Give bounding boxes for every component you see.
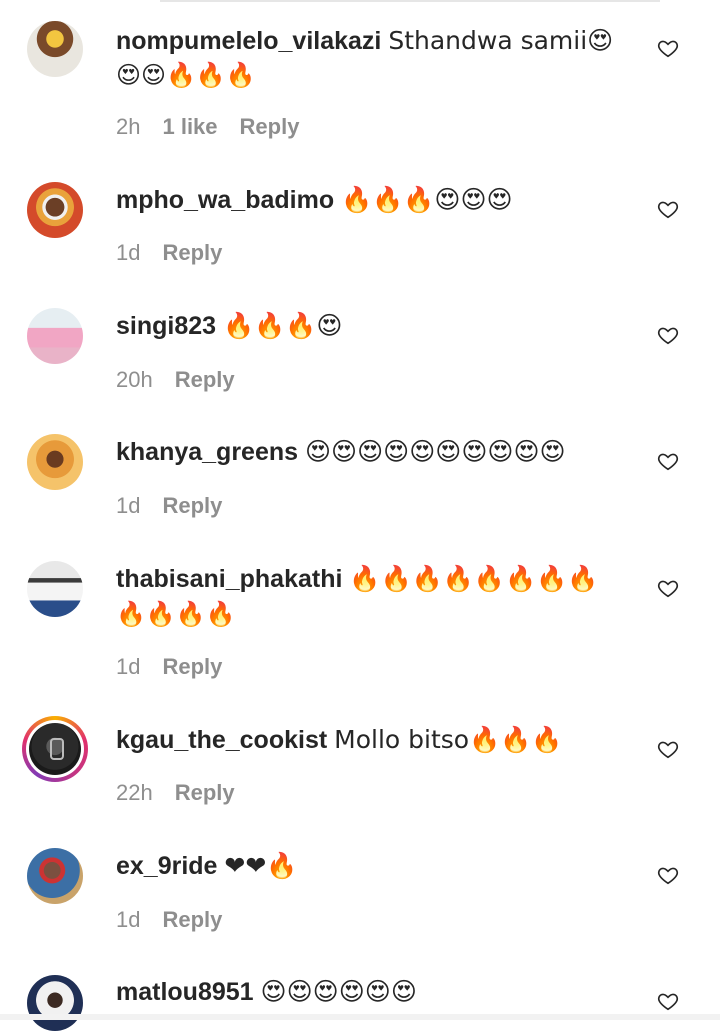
username[interactable]: ex_9ride: [116, 852, 217, 880]
comment-text: 🔥🔥🔥🔥🔥🔥🔥🔥: [349, 564, 599, 593]
username[interactable]: singi823: [116, 312, 216, 340]
comment-line: ex_9ride ❤❤🔥: [116, 849, 297, 883]
reply-button[interactable]: Reply: [162, 907, 222, 932]
avatar-image: [29, 723, 81, 775]
comment-text: 🔥🔥🔥😍😍😍: [341, 185, 513, 214]
top-divider: [160, 0, 660, 2]
timestamp: 1d: [116, 654, 141, 679]
timestamp: 1d: [116, 907, 141, 932]
heart-outline-icon[interactable]: [657, 37, 679, 59]
comment-text: 😍😍😍😍😍😍: [260, 977, 417, 1006]
comment-text: Mollo bitso🔥🔥🔥: [334, 725, 563, 754]
avatar[interactable]: [27, 182, 83, 238]
timestamp: 22h: [116, 780, 153, 805]
comment-meta: 22h Reply: [116, 780, 257, 806]
avatar-ring-gap: [26, 720, 84, 778]
comment-line: khanya_greens 😍😍😍😍😍😍😍😍😍😍: [116, 435, 566, 469]
comment-line: nompumelelo_vilakazi Sthandwa samii😍: [116, 24, 613, 58]
reply-button[interactable]: Reply: [162, 493, 222, 518]
comment-meta: 20h Reply: [116, 367, 257, 393]
like-count[interactable]: 1 like: [162, 114, 217, 139]
reply-button[interactable]: Reply: [162, 654, 222, 679]
comment-text: ❤❤🔥: [224, 851, 298, 880]
heart-outline-icon[interactable]: [657, 990, 679, 1012]
username[interactable]: khanya_greens: [116, 438, 298, 466]
bottom-divider: [0, 1014, 720, 1020]
username[interactable]: matlou8951: [116, 978, 254, 1006]
reply-button[interactable]: Reply: [162, 240, 222, 265]
username[interactable]: mpho_wa_badimo: [116, 186, 334, 214]
username[interactable]: thabisani_phakathi: [116, 565, 342, 593]
comment-text-continued: 🔥🔥🔥🔥: [116, 600, 236, 628]
comment-meta: 1d Reply: [116, 240, 244, 266]
avatar[interactable]: [27, 308, 83, 364]
avatar[interactable]: [27, 561, 83, 617]
heart-outline-icon[interactable]: [657, 738, 679, 760]
avatar[interactable]: [27, 21, 83, 77]
comment-text: Sthandwa samii😍: [388, 26, 614, 55]
timestamp: 20h: [116, 367, 153, 392]
comment-text: 😍😍😍😍😍😍😍😍😍😍: [305, 437, 566, 466]
reply-button[interactable]: Reply: [175, 780, 235, 805]
comment-meta: 1d Reply: [116, 654, 244, 680]
timestamp: 1d: [116, 493, 141, 518]
avatar[interactable]: [27, 434, 83, 490]
heart-outline-icon[interactable]: [657, 450, 679, 472]
comment-text: 🔥🔥🔥😍: [223, 311, 343, 340]
username[interactable]: nompumelelo_vilakazi: [116, 27, 381, 55]
timestamp: 2h: [116, 114, 141, 139]
reply-button[interactable]: Reply: [175, 367, 235, 392]
comment-meta: 2h 1 like Reply: [116, 114, 321, 140]
avatar[interactable]: [27, 975, 83, 1031]
timestamp: 1d: [116, 240, 141, 265]
comment-line: singi823 🔥🔥🔥😍: [116, 309, 342, 343]
story-ring-avatar[interactable]: [22, 716, 88, 782]
heart-outline-icon[interactable]: [657, 198, 679, 220]
comment-line: kgau_the_cookist Mollo bitso🔥🔥🔥: [116, 723, 562, 757]
comment-line: matlou8951 😍😍😍😍😍😍: [116, 975, 417, 1009]
heart-outline-icon[interactable]: [657, 577, 679, 599]
comment-meta: 1d Reply: [116, 907, 244, 933]
reply-button[interactable]: Reply: [240, 114, 300, 139]
comment-meta: 1d Reply: [116, 493, 244, 519]
heart-outline-icon[interactable]: [657, 324, 679, 346]
comment-line: thabisani_phakathi 🔥🔥🔥🔥🔥🔥🔥🔥: [116, 562, 598, 596]
comment-line: mpho_wa_badimo 🔥🔥🔥😍😍😍: [116, 183, 513, 217]
comment-text-continued: 😍😍🔥🔥🔥: [116, 61, 256, 89]
avatar[interactable]: [27, 848, 83, 904]
username[interactable]: kgau_the_cookist: [116, 726, 327, 754]
heart-outline-icon[interactable]: [657, 864, 679, 886]
